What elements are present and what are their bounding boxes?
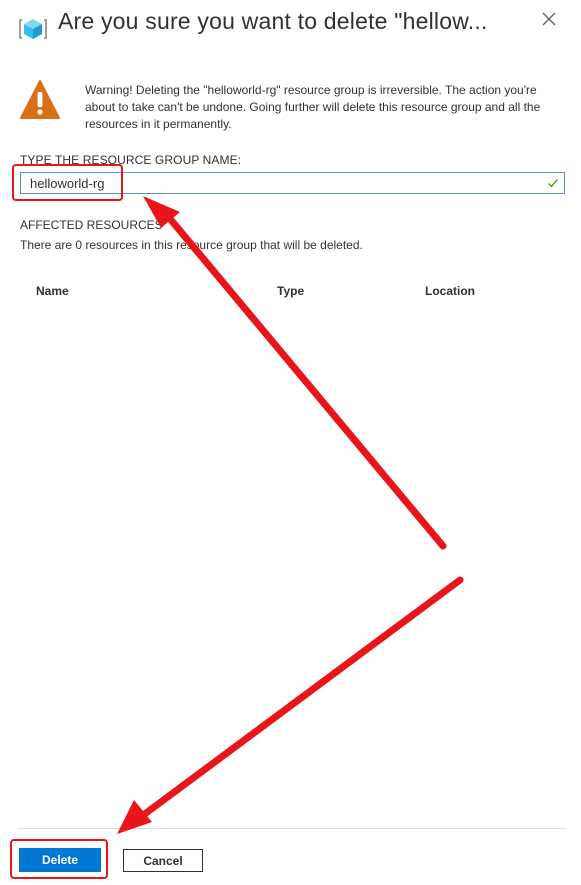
warning-message: Warning! Deleting the "helloworld-rg" re…	[85, 83, 541, 131]
column-header-location[interactable]: Location	[425, 284, 475, 298]
dialog-title: Are you sure you want to delete "hellow.…	[58, 8, 488, 34]
resource-group-name-label: TYPE THE RESOURCE GROUP NAME:	[20, 153, 242, 167]
resource-group-name-input[interactable]	[21, 173, 550, 193]
close-button[interactable]	[540, 10, 558, 28]
checkmark-icon	[548, 179, 559, 188]
warning-triangle-icon	[20, 80, 60, 119]
affected-resources-heading: AFFECTED RESOURCES	[20, 218, 163, 232]
footer-divider	[18, 828, 566, 829]
column-header-name[interactable]: Name	[36, 284, 69, 298]
affected-resources-description: There are 0 resources in this resource g…	[20, 238, 363, 252]
resource-group-name-field[interactable]	[20, 172, 565, 194]
cancel-button[interactable]: Cancel	[123, 849, 203, 872]
column-header-type[interactable]: Type	[277, 284, 304, 298]
resource-group-cube-icon	[19, 19, 47, 39]
delete-button[interactable]: Delete	[19, 848, 101, 872]
arrow-to-delete	[117, 576, 464, 834]
delete-resource-group-dialog: Are you sure you want to delete "hellow.…	[0, 0, 581, 885]
close-icon	[542, 12, 556, 26]
